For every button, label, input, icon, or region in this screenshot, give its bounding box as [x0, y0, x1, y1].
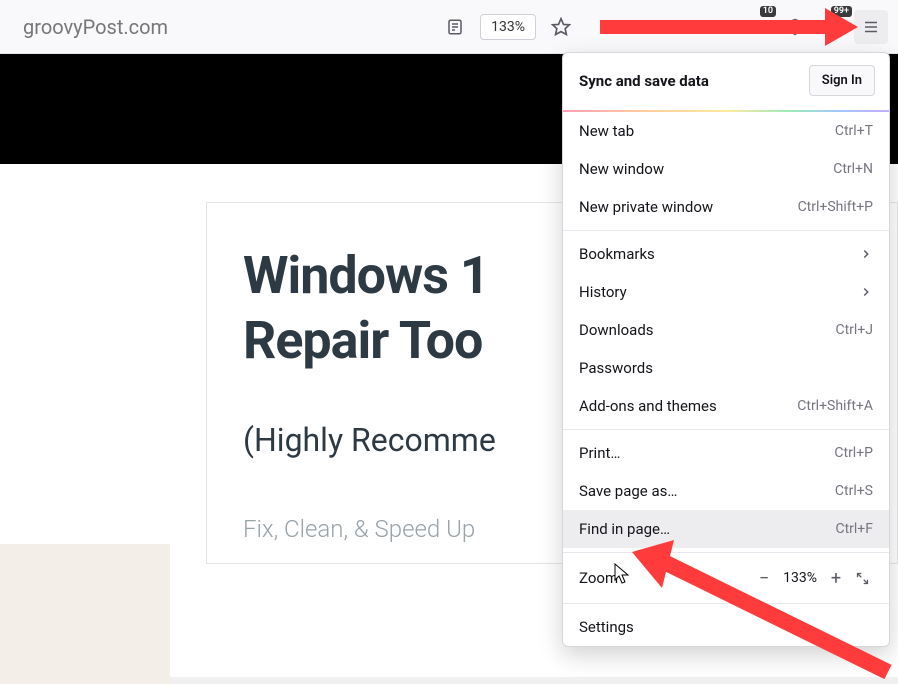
extensions-icon[interactable]: 99+ — [816, 10, 850, 44]
zoom-indicator[interactable]: 133% — [480, 14, 536, 40]
zoom-out-button[interactable]: − — [751, 565, 777, 591]
hamburger-menu-button[interactable] — [854, 10, 888, 44]
menu-new-window[interactable]: New window Ctrl+N — [563, 150, 889, 188]
menu-print[interactable]: Print… Ctrl+P — [563, 434, 889, 472]
menu-find-in-page[interactable]: Find in page… Ctrl+F — [563, 510, 889, 548]
sign-in-button[interactable]: Sign In — [809, 65, 875, 96]
menu-history[interactable]: History — [563, 273, 889, 311]
container-icon[interactable]: 10 — [740, 10, 774, 44]
reader-mode-icon[interactable] — [438, 10, 472, 44]
menu-downloads[interactable]: Downloads Ctrl+J — [563, 311, 889, 349]
menu-separator — [563, 230, 889, 231]
menu-separator — [563, 552, 889, 553]
pocket-icon[interactable] — [702, 10, 736, 44]
zoom-value: 133% — [777, 570, 823, 586]
menu-separator — [563, 429, 889, 430]
zoom-in-button[interactable]: + — [823, 565, 849, 591]
sync-title: Sync and save data — [579, 72, 709, 90]
badge-count: 99+ — [831, 6, 852, 17]
gradient-separator — [563, 110, 889, 112]
zoom-label: Zoom — [579, 569, 751, 587]
browser-toolbar: groovyPost.com 133% 10 99+ — [0, 0, 898, 54]
chevron-right-icon — [859, 247, 873, 261]
bookmark-star-icon[interactable] — [544, 10, 578, 44]
shield-icon[interactable] — [778, 10, 812, 44]
app-menu: Sync and save data Sign In New tab Ctrl+… — [562, 52, 890, 647]
menu-new-tab[interactable]: New tab Ctrl+T — [563, 112, 889, 150]
menu-settings[interactable]: Settings — [563, 608, 889, 646]
chevron-right-icon — [859, 285, 873, 299]
menu-save-page[interactable]: Save page as… Ctrl+S — [563, 472, 889, 510]
fullscreen-icon[interactable] — [849, 565, 875, 591]
sidebar-thumbnail[interactable] — [0, 544, 170, 684]
menu-sync-header: Sync and save data Sign In — [563, 53, 889, 110]
menu-passwords[interactable]: Passwords — [563, 349, 889, 387]
menu-separator — [563, 603, 889, 604]
menu-addons[interactable]: Add-ons and themes Ctrl+Shift+A — [563, 387, 889, 425]
badge-count: 10 — [760, 6, 776, 17]
menu-bookmarks[interactable]: Bookmarks — [563, 235, 889, 273]
menu-new-private-window[interactable]: New private window Ctrl+Shift+P — [563, 188, 889, 226]
url-display: groovyPost.com — [23, 15, 168, 39]
menu-zoom-row: Zoom − 133% + — [563, 557, 889, 599]
